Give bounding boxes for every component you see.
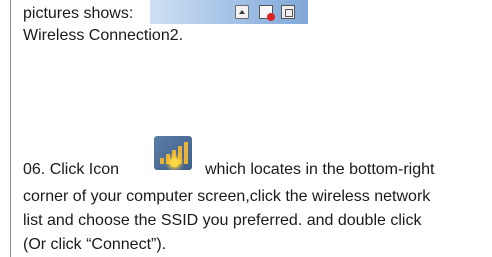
step-06-after-icon: which locates in the bottom-right	[205, 161, 435, 178]
step-06-line-2: corner of your computer screen,click the…	[23, 188, 431, 205]
wireless-signal-icon	[154, 136, 192, 170]
taskbar-tray-screenshot	[150, 0, 308, 24]
show-hidden-icons-arrow-icon	[235, 5, 249, 19]
intro-line-2: Wireless Connection2.	[23, 27, 184, 44]
network-disconnected-icon	[259, 5, 275, 21]
step-06-line-3: list and choose the SSID you preferred. …	[23, 212, 422, 229]
step-06-line-4: (Or click “Connect”).	[23, 236, 167, 253]
step-06-lead: 06. Click Icon	[23, 161, 120, 178]
settings-icon	[281, 5, 295, 19]
intro-line-1: pictures shows:	[23, 5, 134, 22]
left-border-rule	[10, 0, 11, 257]
